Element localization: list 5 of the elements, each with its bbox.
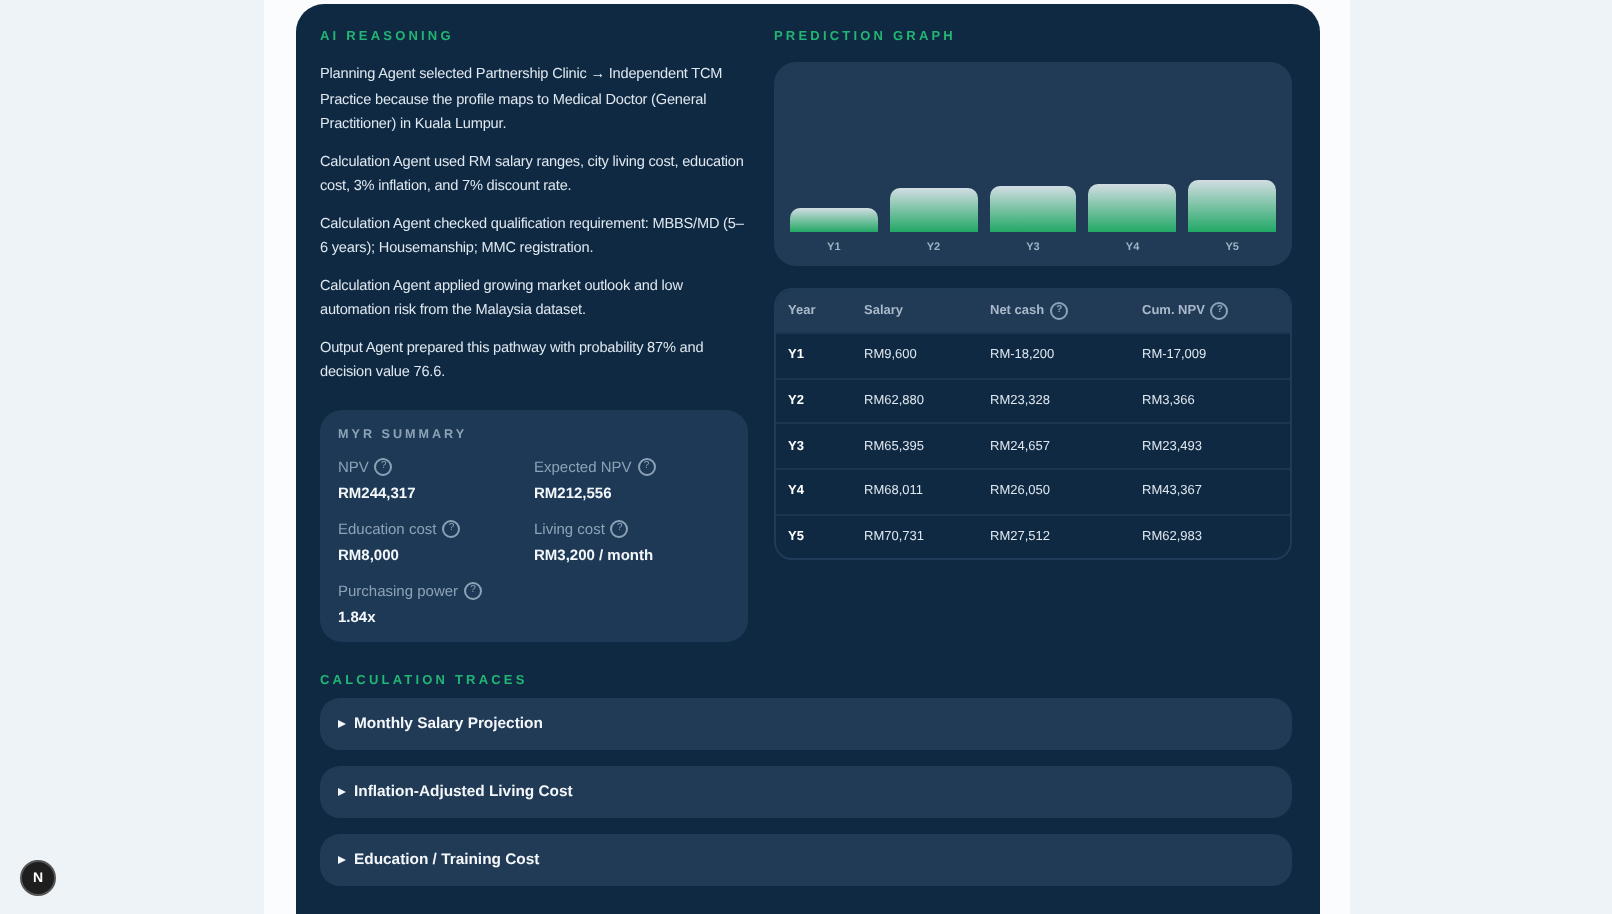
bar (1088, 184, 1177, 232)
bar (790, 208, 878, 232)
bar (989, 186, 1077, 232)
bar (889, 188, 978, 232)
bar (1188, 180, 1276, 232)
